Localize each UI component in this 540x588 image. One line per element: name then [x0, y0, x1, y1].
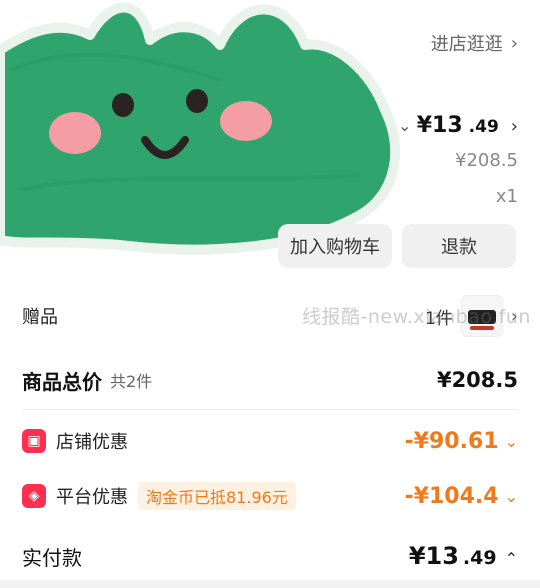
chevron-right-icon: › [510, 116, 518, 137]
price-symbol: ¥ [416, 113, 433, 138]
quantity: x1 [495, 186, 518, 207]
coin-deduction-badge: 淘金币已抵81.96元 [138, 482, 296, 510]
chevron-right-icon: › [510, 32, 518, 54]
divider [22, 409, 518, 410]
price-integer: 13 [432, 113, 463, 138]
green-blob-sticker [0, 2, 400, 255]
total-label: 商品总价 [22, 369, 102, 394]
total-value: ¥208.5 [436, 368, 518, 392]
platform-discount-label: 平台优惠 [56, 487, 128, 508]
original-price: ¥208.5 [455, 150, 518, 171]
store-discount-row[interactable]: ▣ 店铺优惠 -¥90.61 ⌄ [22, 423, 518, 459]
watermark-text: 线报酷-new.xianbao.fun [302, 306, 531, 328]
paid-integer: 13 [425, 542, 459, 570]
chevron-down-icon: ⌄ [504, 431, 518, 451]
total-count: 共2件 [110, 372, 153, 391]
chevron-down-icon: ⌄ [504, 486, 518, 506]
paid-symbol: ¥ [408, 542, 426, 570]
price-decimal: .49 [468, 117, 499, 137]
bottom-bar [0, 580, 540, 588]
gift-label: 赠品 [22, 307, 58, 328]
total-row: 商品总价 共2件 ¥208.5 [22, 360, 518, 400]
paid-row[interactable]: 实付款 ¥13 .49 ⌃ [22, 536, 518, 576]
enter-store-label: 进店逛逛 [430, 34, 503, 55]
paid-label: 实付款 [22, 545, 82, 570]
store-discount-value: -¥90.61 [404, 428, 499, 454]
refund-button[interactable]: 退款 [402, 224, 516, 268]
chevron-down-icon[interactable]: ⌄ [398, 116, 411, 135]
add-to-cart-button[interactable]: 加入购物车 [278, 224, 392, 268]
platform-discount-value: -¥104.4 [404, 483, 499, 509]
chevron-up-icon: ⌃ [504, 549, 518, 568]
store-discount-label: 店铺优惠 [56, 432, 128, 453]
platform-discount-row[interactable]: ◈ 平台优惠 淘金币已抵81.96元 -¥104.4 ⌄ [22, 478, 518, 514]
platform-icon: ◈ [22, 484, 46, 508]
product-price[interactable]: ¥13 .49 › [417, 113, 518, 138]
paid-decimal: .49 [462, 547, 497, 569]
enter-store-link[interactable]: 进店逛逛 › [431, 30, 518, 56]
shop-icon: ▣ [22, 429, 46, 453]
